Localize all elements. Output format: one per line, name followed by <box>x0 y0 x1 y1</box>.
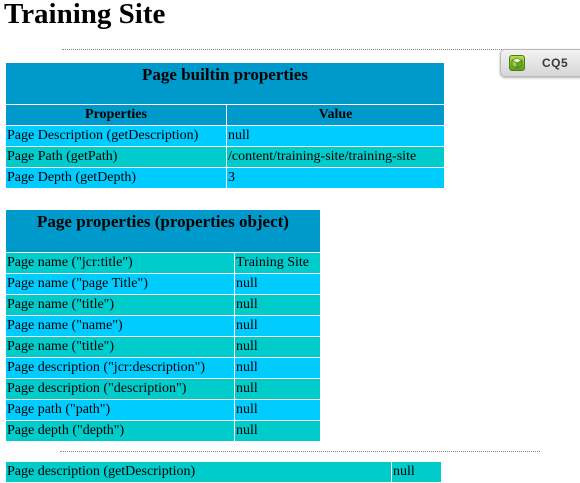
property-name-cell: Page name ("title") <box>5 294 235 316</box>
property-value-cell: 3 <box>226 167 445 189</box>
table-caption: Page properties (properties object) <box>5 209 321 253</box>
property-value-cell: null <box>234 399 321 421</box>
property-value-cell: null <box>234 294 321 316</box>
table-row: Page name ("page Title") null <box>5 273 321 295</box>
table-row: Page depth ("depth") null <box>5 420 321 442</box>
cube-icon <box>509 55 525 71</box>
property-name-cell: Page Description (getDescription) <box>5 125 227 147</box>
page-title: Training Site <box>4 0 166 30</box>
property-value-cell: null <box>234 357 321 379</box>
table-row: Page description ("jcr:description") nul… <box>5 357 321 379</box>
page-properties-table: Page properties (properties object) Page… <box>5 209 321 442</box>
column-header-properties: Properties <box>5 104 227 126</box>
property-value-cell: null <box>234 273 321 295</box>
property-value-cell: null <box>234 420 321 442</box>
property-name-cell: Page name ("name") <box>5 315 235 337</box>
table-row: Page description ("description") null <box>5 378 321 400</box>
property-name-cell: Page description (getDescription) <box>5 461 392 483</box>
lower-properties-table: Page description (getDescription) null <box>5 461 443 483</box>
table-caption: Page builtin properties <box>5 62 445 105</box>
table-row: Page name ("name") null <box>5 315 321 337</box>
property-name-cell: Page path ("path") <box>5 399 235 421</box>
bottom-divider <box>60 451 540 452</box>
table-row: Page name ("jcr:title") Training Site <box>5 252 321 274</box>
top-divider <box>62 49 522 50</box>
property-name-cell: Page name ("page Title") <box>5 273 235 295</box>
property-name-cell: Page name ("title") <box>5 336 235 358</box>
table-row: Page Depth (getDepth) 3 <box>5 167 445 189</box>
property-value-cell: /content/training-site/training-site <box>226 146 445 168</box>
table-row: Page path ("path") null <box>5 399 321 421</box>
property-value-cell: null <box>234 336 321 358</box>
property-name-cell: Page description ("description") <box>5 378 235 400</box>
table-row: Page Description (getDescription) null <box>5 125 445 147</box>
property-value-cell: Training Site <box>234 252 321 274</box>
table-row: Page Path (getPath) /content/training-si… <box>5 146 445 168</box>
cq5-sidekick-button[interactable]: CQ5 <box>500 49 580 77</box>
column-header-value: Value <box>226 104 445 126</box>
property-value-cell: null <box>390 461 443 483</box>
property-name-cell: Page Depth (getDepth) <box>5 167 227 189</box>
table-row: Page name ("title") null <box>5 336 321 358</box>
property-value-cell: null <box>234 378 321 400</box>
property-name-cell: Page depth ("depth") <box>5 420 235 442</box>
property-name-cell: Page name ("jcr:title") <box>5 252 235 274</box>
table-row: Page description (getDescription) null <box>5 461 443 483</box>
table-row: Page name ("title") null <box>5 294 321 316</box>
property-name-cell: Page Path (getPath) <box>5 146 227 168</box>
property-name-cell: Page description ("jcr:description") <box>5 357 235 379</box>
property-value-cell: null <box>234 315 321 337</box>
builtin-properties-table: Page builtin properties Properties Value… <box>5 62 445 189</box>
property-value-cell: null <box>226 125 445 147</box>
cq5-label: CQ5 <box>542 56 569 70</box>
